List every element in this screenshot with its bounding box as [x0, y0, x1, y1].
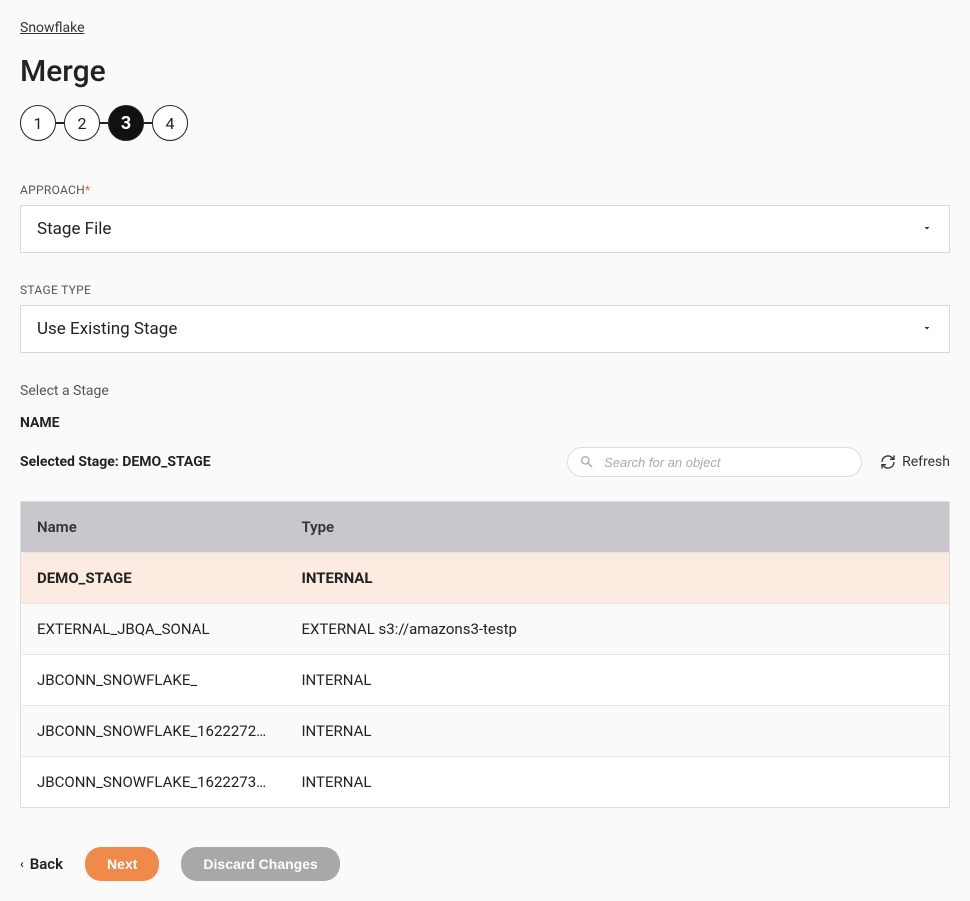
refresh-icon — [880, 454, 896, 470]
back-button[interactable]: ‹ Back — [20, 855, 63, 873]
cell-type: INTERNAL — [285, 655, 949, 705]
discard-button[interactable]: Discard Changes — [181, 847, 339, 881]
table-header-name: Name — [21, 502, 285, 552]
refresh-label: Refresh — [902, 454, 950, 470]
approach-select[interactable]: Stage File — [20, 205, 950, 253]
table-row[interactable]: EXTERNAL_JBQA_SONALEXTERNAL s3://amazons… — [21, 603, 949, 654]
cell-name: JBCONN_SNOWFLAKE_1622272828… — [21, 706, 285, 756]
stage-type-select-value: Use Existing Stage — [37, 319, 177, 339]
chevron-down-icon — [921, 322, 933, 337]
approach-select-value: Stage File — [37, 219, 111, 239]
field-label-approach: APPROACH* — [20, 183, 950, 197]
step-connector — [56, 122, 64, 124]
table-row[interactable]: DEMO_STAGEINTERNAL — [21, 552, 949, 603]
cell-type: INTERNAL — [285, 706, 949, 756]
name-label: NAME — [20, 415, 950, 431]
cell-name: JBCONN_SNOWFLAKE_1622273060… — [21, 757, 285, 807]
cell-type: INTERNAL — [285, 553, 949, 603]
search-input[interactable] — [567, 447, 862, 477]
step-connector — [100, 122, 108, 124]
select-stage-label: Select a Stage — [20, 383, 950, 399]
stage-table: Name Type DEMO_STAGEINTERNALEXTERNAL_JBQ… — [20, 501, 950, 808]
table-row[interactable]: JBCONN_SNOWFLAKE_1622273060…INTERNAL — [21, 756, 949, 807]
step-4[interactable]: 4 — [152, 105, 188, 141]
cell-name: JBCONN_SNOWFLAKE_ — [21, 655, 285, 705]
table-header: Name Type — [21, 502, 949, 552]
breadcrumb-link-snowflake[interactable]: Snowflake — [20, 20, 85, 36]
refresh-button[interactable]: Refresh — [880, 454, 950, 470]
cell-type: EXTERNAL s3://amazons3-testp — [285, 604, 949, 654]
table-row[interactable]: JBCONN_SNOWFLAKE_1622272828…INTERNAL — [21, 705, 949, 756]
next-button[interactable]: Next — [85, 847, 159, 881]
search-icon — [579, 454, 595, 470]
table-row[interactable]: JBCONN_SNOWFLAKE_INTERNAL — [21, 654, 949, 705]
chevron-down-icon — [921, 222, 933, 237]
stepper: 1234 — [20, 105, 950, 141]
page-title: Merge — [20, 54, 950, 89]
step-3[interactable]: 3 — [108, 105, 144, 141]
field-label-stage-type: STAGE TYPE — [20, 283, 950, 297]
table-body[interactable]: DEMO_STAGEINTERNALEXTERNAL_JBQA_SONALEXT… — [21, 552, 949, 807]
selected-stage-text: Selected Stage: DEMO_STAGE — [20, 454, 211, 470]
stage-type-select[interactable]: Use Existing Stage — [20, 305, 950, 353]
cell-name: DEMO_STAGE — [21, 553, 285, 603]
cell-type: INTERNAL — [285, 757, 949, 807]
cell-name: EXTERNAL_JBQA_SONAL — [21, 604, 285, 654]
table-header-type: Type — [285, 502, 949, 552]
chevron-left-icon: ‹ — [20, 857, 24, 871]
step-1[interactable]: 1 — [20, 105, 56, 141]
step-2[interactable]: 2 — [64, 105, 100, 141]
step-connector — [144, 122, 152, 124]
